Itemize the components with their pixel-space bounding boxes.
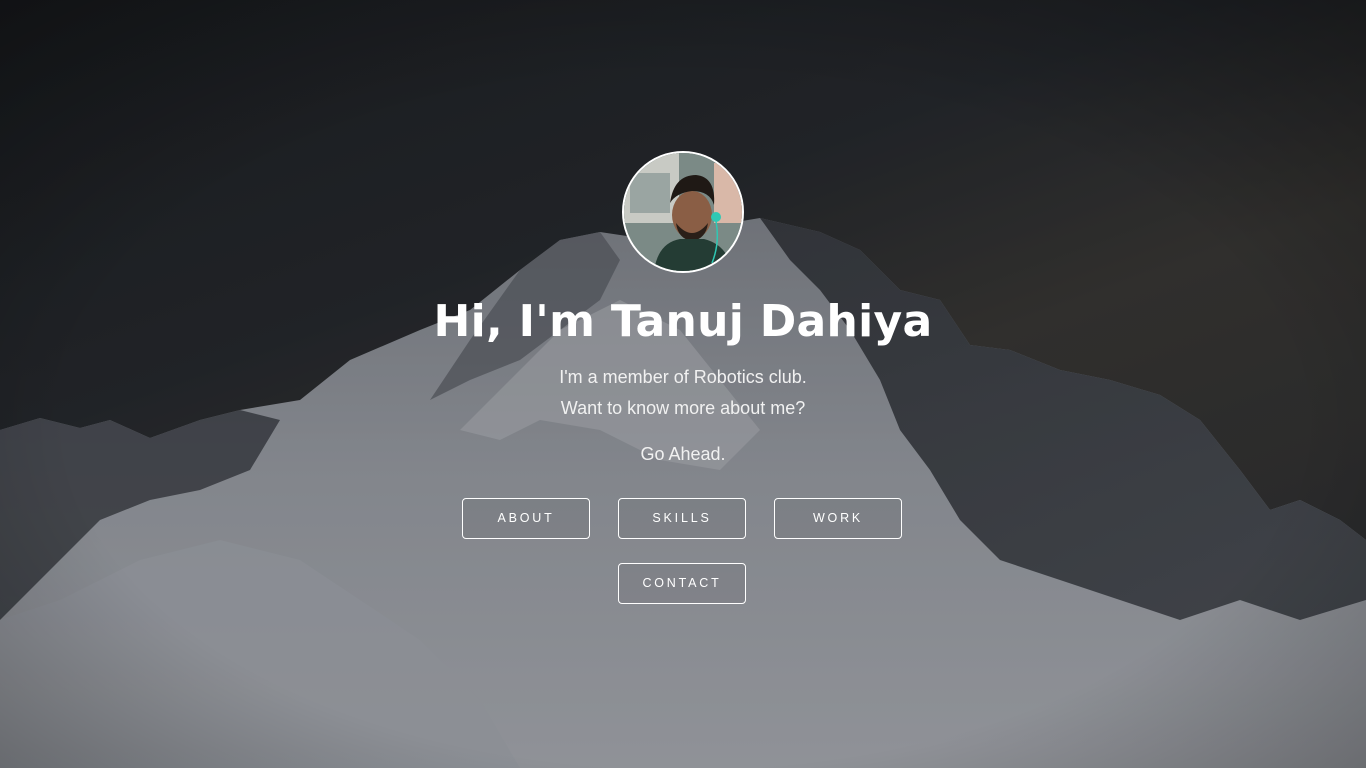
tagline-robotics: I'm a member of Robotics club.: [559, 367, 807, 387]
hero-section: Hi, I'm Tanuj Dahiya I'm a member of Rob…: [0, 0, 1366, 768]
headline: Hi, I'm Tanuj Dahiya: [433, 296, 933, 347]
tagline-know-more: Want to know more about me?: [560, 398, 806, 418]
hero-content: Hi, I'm Tanuj Dahiya I'm a member of Rob…: [0, 0, 1366, 768]
contact-button[interactable]: CONTACT: [618, 563, 746, 604]
skills-button[interactable]: SKILLS: [618, 498, 746, 539]
profile-photo: [624, 153, 742, 271]
about-button[interactable]: ABOUT: [462, 498, 590, 539]
profile-avatar: [622, 151, 744, 273]
work-button[interactable]: WORK: [774, 498, 902, 539]
tagline-go-ahead: Go Ahead.: [640, 444, 726, 464]
